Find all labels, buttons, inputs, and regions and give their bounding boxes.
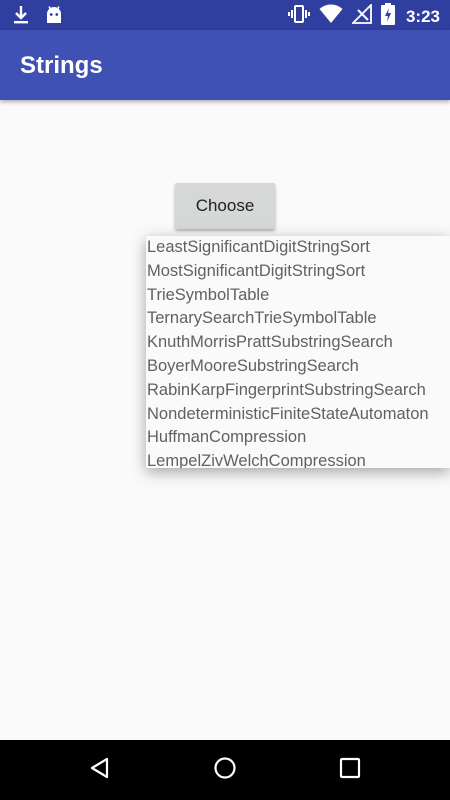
app-bar: Strings	[0, 30, 450, 100]
vibrate-icon	[287, 3, 310, 30]
home-icon	[213, 756, 237, 785]
list-item[interactable]: RabinKarpFingerprintSubstringSearch	[146, 379, 450, 403]
list-item[interactable]: TernarySearchTrieSymbolTable	[146, 307, 450, 331]
recents-button[interactable]	[330, 750, 370, 790]
list-item[interactable]: TrieSymbolTable	[146, 284, 450, 308]
navigation-bar	[0, 740, 450, 800]
status-bar: 3:23	[0, 0, 450, 30]
list-item[interactable]: LeastSignificantDigitStringSort	[146, 236, 450, 260]
status-bar-system: 3:23	[287, 2, 440, 30]
no-signal-icon	[350, 2, 372, 29]
choose-button[interactable]: Choose	[175, 183, 275, 229]
battery-charging-icon	[380, 3, 395, 30]
status-bar-notifications	[12, 5, 64, 30]
android-icon	[44, 5, 64, 30]
back-button[interactable]	[80, 750, 120, 790]
list-item[interactable]: LempelZivWelchCompression	[146, 450, 450, 468]
back-icon	[88, 756, 112, 785]
recents-icon	[339, 757, 361, 784]
wifi-icon	[319, 4, 343, 29]
list-item[interactable]: BoyerMooreSubstringSearch	[146, 355, 450, 379]
page-title: Strings	[20, 52, 103, 79]
download-icon	[12, 5, 30, 30]
list-item[interactable]: MostSignificantDigitStringSort	[146, 260, 450, 284]
home-button[interactable]	[205, 750, 245, 790]
popup-list[interactable]: LeastSignificantDigitStringSort MostSign…	[146, 236, 450, 468]
list-item[interactable]: HuffmanCompression	[146, 426, 450, 450]
list-item[interactable]: KnuthMorrisPrattSubstringSearch	[146, 331, 450, 355]
status-time: 3:23	[405, 6, 440, 26]
list-item[interactable]: NondeterministicFiniteStateAutomaton	[146, 403, 450, 427]
